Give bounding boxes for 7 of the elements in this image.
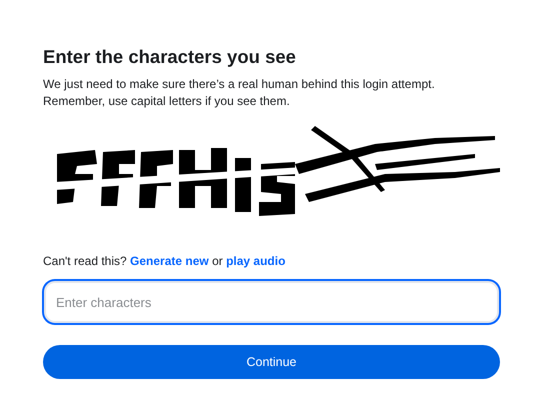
page-title: Enter the characters you see (43, 46, 297, 68)
description-text: We just need to make sure there’s a real human behind this login attempt. Remember, use capital letters if you see them. (43, 76, 436, 110)
continue-button[interactable]: Continue (43, 345, 500, 379)
generate-new-link[interactable]: Generate new (130, 254, 209, 268)
help-text: Can't read this? Generate new or play audio (43, 254, 286, 268)
play-audio-link[interactable]: play audio (226, 254, 286, 268)
characters-input[interactable]: Enter characters (43, 280, 500, 324)
